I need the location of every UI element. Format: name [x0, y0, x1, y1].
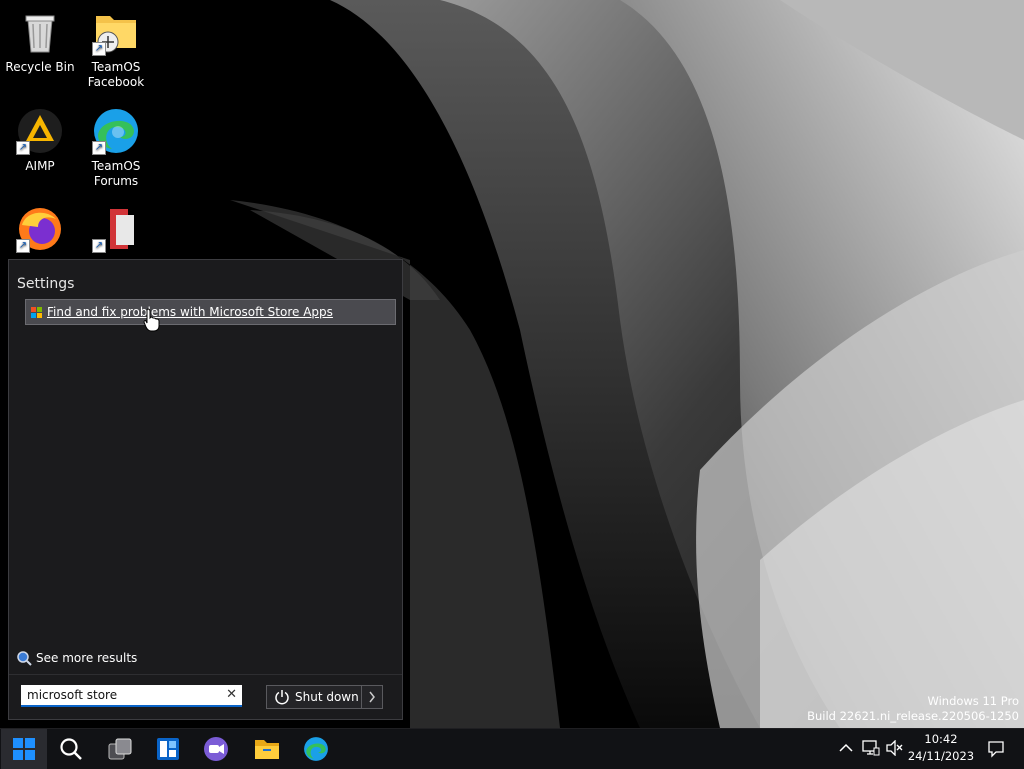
clock-date: 24/11/2023: [907, 749, 975, 763]
chat-icon: [204, 737, 228, 761]
task-view-button[interactable]: [97, 729, 143, 769]
edition-text: Windows 11 Pro: [927, 694, 1019, 708]
widgets-icon: [157, 738, 179, 760]
recycle-bin-icon: [16, 8, 64, 56]
search-icon: [17, 651, 32, 666]
volume-muted-icon[interactable]: [886, 740, 904, 756]
section-heading: Settings: [17, 276, 75, 292]
desktop-icon-label: AIMP: [25, 159, 55, 173]
see-more-results-link[interactable]: See more results: [16, 650, 137, 666]
edge-icon: [304, 737, 328, 761]
network-icon[interactable]: [862, 739, 880, 757]
desktop-icon-label: TeamOS Forums: [91, 159, 141, 188]
chat-button[interactable]: [193, 729, 239, 769]
desktop-icon-recycle-bin[interactable]: Recycle Bin: [0, 8, 80, 75]
search-input[interactable]: microsoft store ✕: [21, 685, 242, 707]
firefox-icon: ↗: [16, 205, 64, 253]
windows-build-watermark: Windows 11 Pro Build 22621.ni_release.22…: [807, 694, 1019, 724]
shutdown-label: Shut down: [295, 690, 359, 704]
task-view-icon: [108, 738, 132, 760]
shortcut-arrow-icon: ↗: [16, 239, 30, 253]
search-input-value: microsoft store: [27, 688, 118, 702]
desktop-icon-teamos-forums[interactable]: ↗ TeamOS Forums: [76, 107, 156, 189]
store-troubleshoot-icon: [31, 306, 42, 318]
file-explorer-button[interactable]: [244, 729, 290, 769]
edge-taskbar-button[interactable]: [293, 729, 339, 769]
hand-cursor-icon: [143, 308, 160, 332]
chevron-right-icon: [369, 691, 375, 703]
desktop-icon-firefox[interactable]: ↗: [0, 205, 80, 257]
desktop-icon-document-app[interactable]: ↗: [76, 205, 156, 257]
start-icon: [13, 738, 35, 760]
clock-time: 10:42: [924, 732, 958, 746]
aimp-icon: ↗: [16, 107, 64, 155]
taskbar: 10:42 24/11/2023: [0, 728, 1024, 769]
search-result-label: Find and fix problems with Microsoft Sto…: [47, 305, 333, 319]
chevron-up-icon[interactable]: [839, 743, 853, 753]
shortcut-arrow-icon: ↗: [92, 141, 106, 155]
desktop-icon-label: Recycle Bin: [5, 60, 75, 74]
notification-icon[interactable]: [987, 740, 1005, 758]
desktop-icon-label: TeamOS Facebook: [87, 60, 145, 89]
file-explorer-icon: [255, 740, 279, 759]
edge-icon: ↗: [92, 107, 140, 155]
close-icon[interactable]: ✕: [226, 687, 237, 702]
panel-divider: [9, 674, 402, 675]
taskbar-clock[interactable]: 10:42 24/11/2023: [905, 731, 977, 765]
shortcut-arrow-icon: ↗: [16, 141, 30, 155]
search-result-item[interactable]: Find and fix problems with Microsoft Sto…: [25, 299, 396, 325]
desktop-icon-aimp[interactable]: ↗ AIMP: [0, 107, 80, 174]
shortcut-arrow-icon: ↗: [92, 42, 106, 56]
start-button[interactable]: [1, 729, 47, 769]
widgets-button[interactable]: [145, 729, 191, 769]
search-icon: [60, 738, 82, 760]
shutdown-button[interactable]: Shut down: [266, 685, 362, 709]
document-app-icon: ↗: [92, 205, 140, 253]
shutdown-options-button[interactable]: [362, 685, 383, 709]
desktop-icon-teamos-facebook[interactable]: ↗ TeamOS Facebook: [76, 8, 156, 90]
folder-shortcut-icon: ↗: [92, 8, 140, 56]
build-text: Build 22621.ni_release.220506-1250: [807, 709, 1019, 723]
power-icon: [275, 690, 289, 705]
shortcut-arrow-icon: ↗: [92, 239, 106, 253]
start-search-panel: Settings Find and fix problems with Micr…: [8, 259, 403, 720]
taskbar-search-button[interactable]: [48, 729, 94, 769]
see-more-results-label: See more results: [36, 651, 138, 665]
